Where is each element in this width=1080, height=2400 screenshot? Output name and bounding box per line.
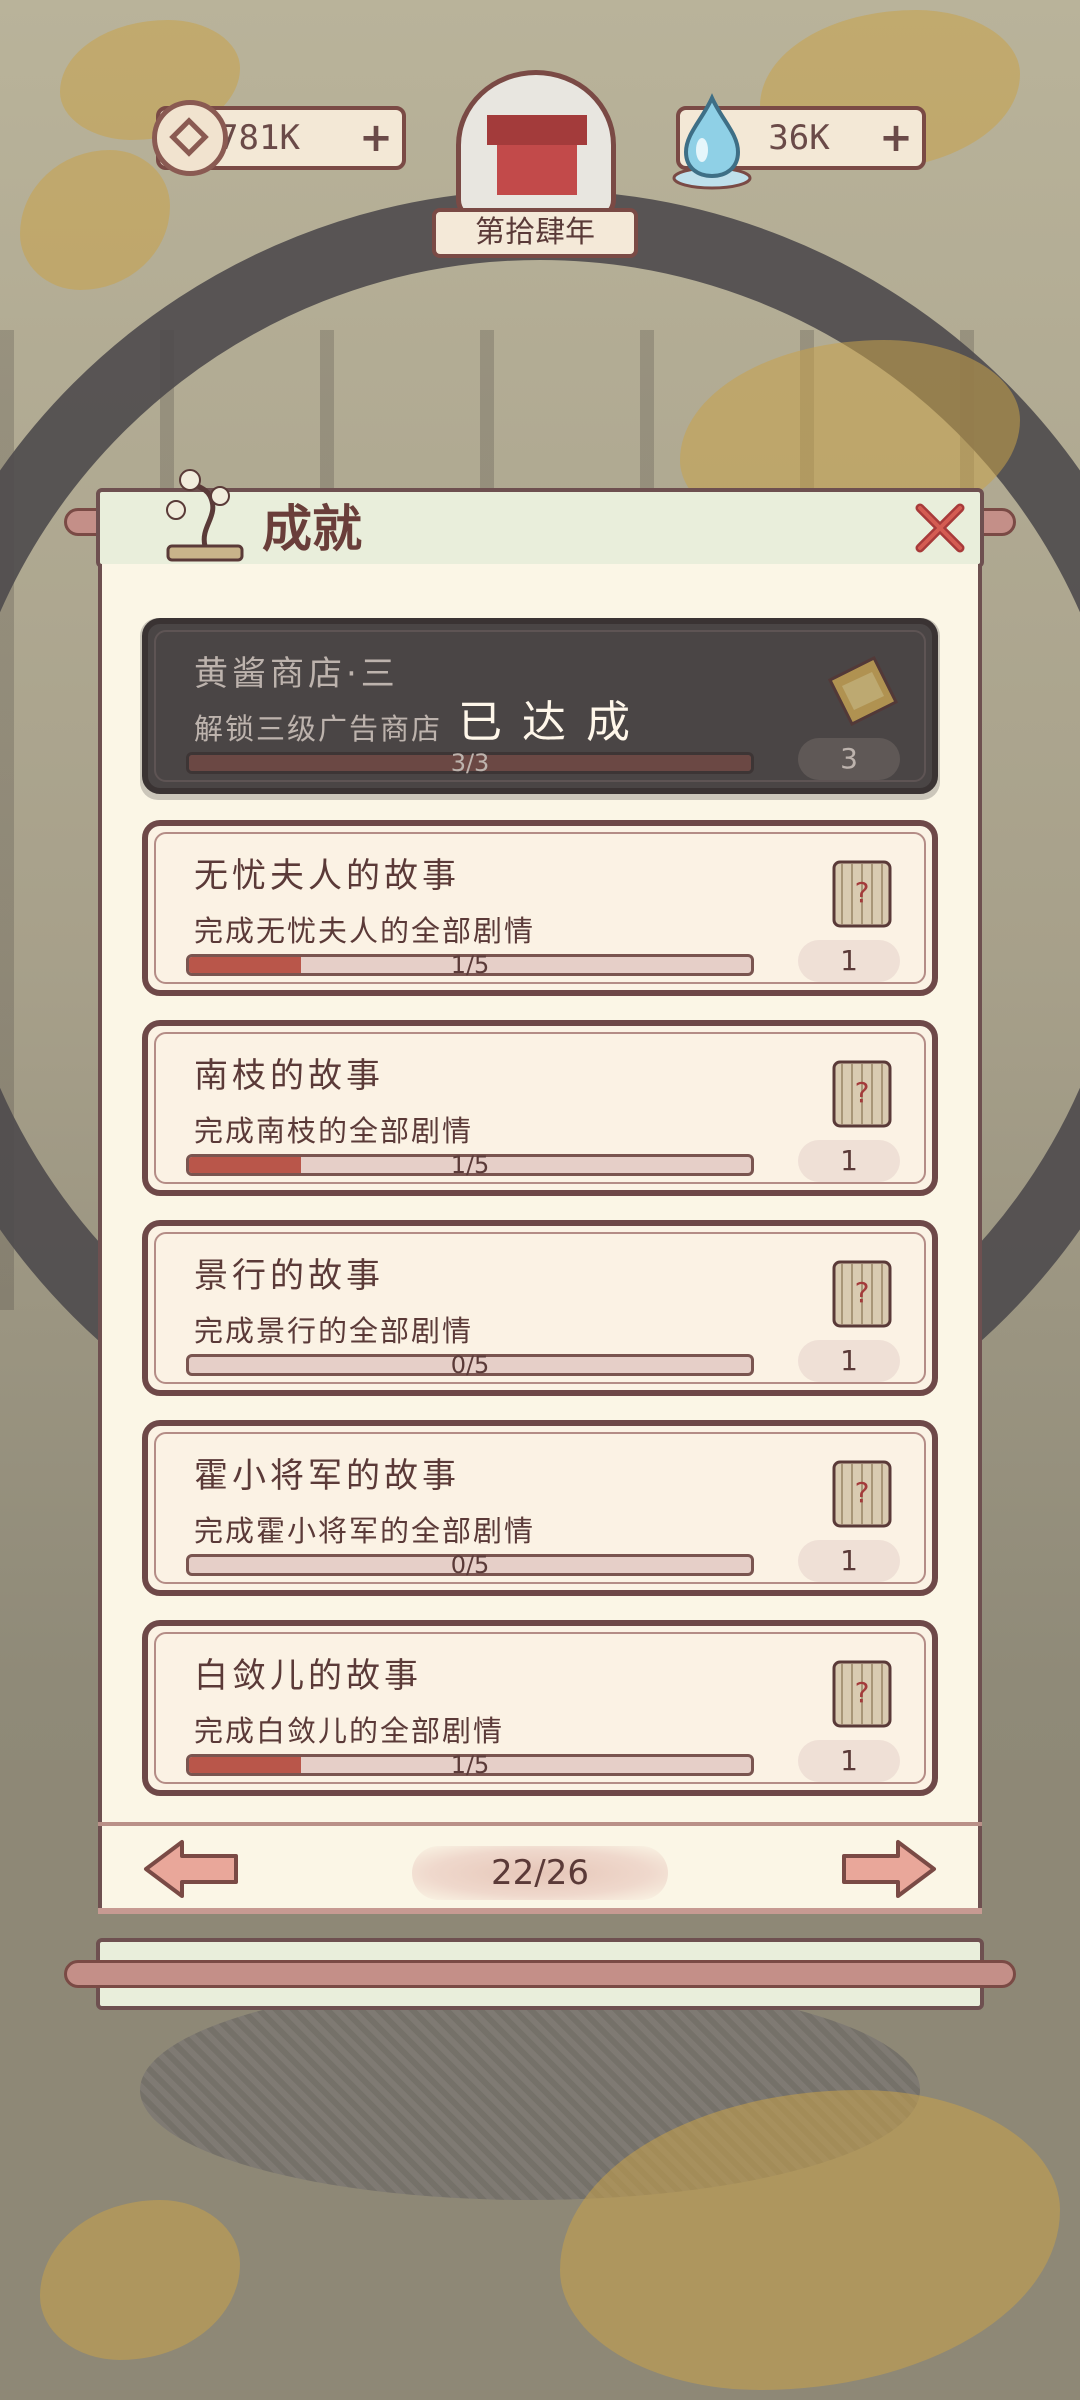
page-indicator: 22/26 [412,1846,668,1900]
panel-title: 成就 [262,500,362,558]
divider [98,1908,982,1914]
prev-page-arrow-icon[interactable] [142,1836,242,1902]
svg-text:?: ? [855,1676,870,1709]
coin-icon [152,100,228,176]
progress-text: 0/5 [450,1351,490,1379]
achievement-description: 完成白敛儿的全部剧情 [194,1714,505,1748]
water-drop-icon [672,93,752,190]
progress-text: 1/5 [450,1751,490,1779]
completed-label: 已达成 [458,697,650,748]
coins-add-button[interactable]: + [356,110,396,166]
close-icon[interactable] [912,500,968,556]
scroll-rod-bottom [64,1960,1016,1988]
reward-count: 1 [798,940,900,982]
svg-text:?: ? [855,1276,870,1309]
achievement-card[interactable]: 南枝的故事完成南枝的全部剧情 1/5? 1 [142,1020,938,1196]
next-page-arrow-icon[interactable] [838,1836,938,1902]
scroll-icon: ? [832,1660,892,1728]
scroll-icon: ? [832,1060,892,1128]
year-label: 第拾肆年 [432,208,638,258]
pavilion-body [497,145,577,195]
svg-text:?: ? [855,876,870,909]
achievement-name: 霍小将军的故事 [194,1456,460,1496]
achievement-description: 完成霍小将军的全部剧情 [194,1514,536,1548]
achievement-description: 完成景行的全部剧情 [194,1314,474,1348]
achievement-card[interactable]: 白敛儿的故事完成白敛儿的全部剧情 1/5? 1 [142,1620,938,1796]
achievement-name: 无忧夫人的故事 [194,856,460,896]
achievement-card[interactable]: 霍小将军的故事完成霍小将军的全部剧情 0/5? 1 [142,1420,938,1596]
achievement-name: 白敛儿的故事 [194,1656,422,1696]
reward-count: 1 [798,1540,900,1582]
scroll-icon: ? [832,1460,892,1528]
progress-text: 0/5 [450,1551,490,1579]
bonsai-icon [166,469,244,562]
achievement-card[interactable]: 无忧夫人的故事完成无忧夫人的全部剧情 1/5? 1 [142,820,938,996]
year-emblem[interactable] [456,70,616,220]
progress-text: 1/5 [450,1151,490,1179]
achievement-description: 完成无忧夫人的全部剧情 [194,914,536,948]
achievement-name: 南枝的故事 [194,1056,384,1096]
ginkgo-leaf [20,150,170,290]
achievement-card[interactable]: 景行的故事完成景行的全部剧情 0/5? 1 [142,1220,938,1396]
svg-text:?: ? [855,1476,870,1509]
reward-count: 1 [798,1140,900,1182]
water-add-button[interactable]: + [876,110,916,166]
scroll-icon: ? [832,1260,892,1328]
pavilion-roof [487,115,587,145]
reward-count: 1 [798,1340,900,1382]
achievement-description: 完成南枝的全部剧情 [194,1114,474,1148]
achievement-name: 景行的故事 [194,1256,384,1296]
scroll-icon: ? [832,860,892,928]
progress-text: 1/5 [450,951,490,979]
divider [98,1822,982,1826]
reward-count: 1 [798,1740,900,1782]
svg-text:?: ? [855,1076,870,1109]
